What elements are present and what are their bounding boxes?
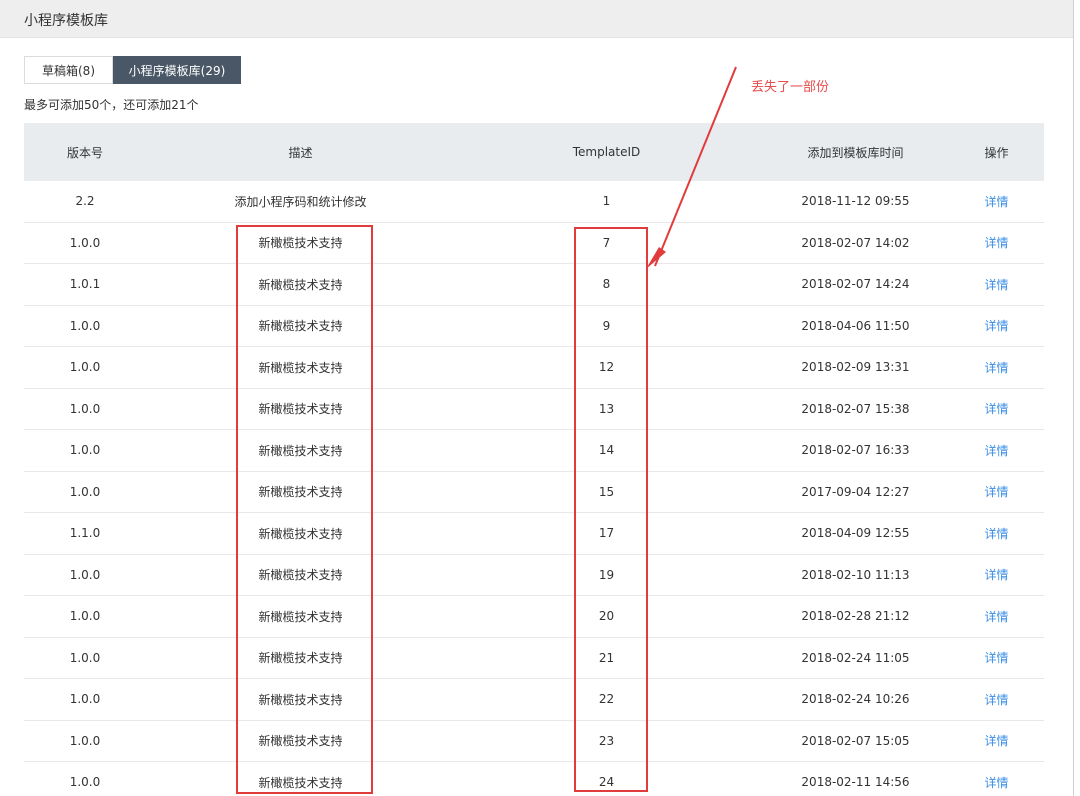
- cell-added-time: 2018-02-07 15:05: [801, 733, 910, 748]
- table-row: 1.1.0 新橄榄技术支持 17 2018-04-09 12:55 详情: [24, 513, 1044, 555]
- cell-version: 1.0.0: [69, 692, 101, 707]
- cell-added-time: 2018-02-11 14:56: [801, 775, 910, 790]
- detail-link[interactable]: 详情: [949, 608, 1044, 625]
- table-row: 1.0.0 新橄榄技术支持 23 2018-02-07 15:05 详情: [24, 721, 1044, 762]
- cell-version: 1.0.0: [69, 484, 101, 499]
- header-version: 版本号: [66, 145, 103, 160]
- header-added-time: 添加到模板库时间: [807, 145, 904, 160]
- detail-link[interactable]: 详情: [949, 359, 1044, 376]
- annotation-box-template-id: [574, 227, 648, 792]
- cell-template-id: 1: [602, 194, 611, 209]
- detail-link-text[interactable]: 详情: [984, 402, 1008, 416]
- header-action: 操作: [984, 145, 1009, 160]
- header-description: 描述: [288, 145, 313, 160]
- detail-link-text[interactable]: 详情: [984, 610, 1008, 624]
- detail-link-text[interactable]: 详情: [984, 195, 1008, 209]
- detail-link-text[interactable]: 详情: [984, 485, 1008, 499]
- detail-link-text[interactable]: 详情: [984, 278, 1008, 292]
- table-row: 1.0.0 新橄榄技术支持 13 2018-02-07 15:38 详情: [24, 389, 1044, 430]
- annotation-box-description: [236, 225, 373, 794]
- detail-link-text[interactable]: 详情: [984, 651, 1008, 665]
- cell-version: 1.0.0: [69, 609, 101, 624]
- tab-drafts[interactable]: 草稿箱(8): [24, 56, 113, 84]
- table-row: 1.0.0 新橄榄技术支持 15 2017-09-04 12:27 详情: [24, 472, 1044, 513]
- detail-link[interactable]: 详情: [949, 649, 1044, 666]
- detail-link-text[interactable]: 详情: [984, 568, 1008, 582]
- table-row: 1.0.0 新橄榄技术支持 21 2018-02-24 11:05 详情: [24, 638, 1044, 679]
- table-row: 2.2 添加小程序码和统计修改 1 2018-11-12 09:55 详情: [24, 181, 1044, 223]
- detail-link[interactable]: 详情: [949, 442, 1044, 459]
- detail-link-text[interactable]: 详情: [984, 444, 1008, 458]
- detail-link-text[interactable]: 详情: [984, 776, 1008, 790]
- table-header: 版本号 描述 TemplateID 添加到模板库时间 操作: [24, 123, 1044, 181]
- cell-added-time: 2017-09-04 12:27: [801, 484, 910, 499]
- cell-added-time: 2018-02-24 10:26: [801, 692, 910, 707]
- cell-added-time: 2018-02-07 15:38: [801, 401, 910, 416]
- table-row: 1.0.0 新橄榄技术支持 9 2018-04-06 11:50 详情: [24, 306, 1044, 347]
- cell-added-time: 2018-02-28 21:12: [801, 609, 910, 624]
- detail-link[interactable]: 详情: [949, 566, 1044, 583]
- cell-version: 1.0.0: [69, 567, 101, 582]
- annotation-label: 丢失了一部份: [751, 80, 830, 95]
- detail-link-text[interactable]: 详情: [984, 734, 1008, 748]
- cell-added-time: 2018-02-07 14:02: [801, 235, 910, 250]
- cell-version: 1.0.0: [69, 360, 101, 375]
- cell-added-time: 2018-02-07 16:33: [801, 443, 910, 458]
- cell-description: 添加小程序码和统计修改: [234, 194, 367, 209]
- detail-link[interactable]: 详情: [949, 276, 1044, 293]
- cell-added-time: 2018-02-10 11:13: [801, 567, 910, 582]
- detail-link[interactable]: 详情: [949, 691, 1044, 708]
- page-title: 小程序模板库: [24, 13, 108, 29]
- page: 小程序模板库 草稿箱(8) 小程序模板库(29) 最多可添加50个，还可添加21…: [0, 0, 1080, 796]
- cell-version: 1.0.0: [69, 235, 101, 250]
- tab-bar: 草稿箱(8) 小程序模板库(29): [24, 56, 241, 84]
- detail-link[interactable]: 详情: [949, 400, 1044, 417]
- cell-version: 1.0.0: [69, 318, 101, 333]
- cell-version: 1.0.0: [69, 443, 101, 458]
- detail-link[interactable]: 详情: [949, 525, 1044, 542]
- table-row: 1.0.0 新橄榄技术支持 19 2018-02-10 11:13 详情: [24, 555, 1044, 596]
- table-row: 1.0.0 新橄榄技术支持 14 2018-02-07 16:33 详情: [24, 430, 1044, 472]
- detail-link[interactable]: 详情: [949, 732, 1044, 749]
- table-row: 1.0.1 新橄榄技术支持 8 2018-02-07 14:24 详情: [24, 264, 1044, 306]
- cell-version: 1.0.0: [69, 401, 101, 416]
- cell-added-time: 2018-11-12 09:55: [801, 194, 910, 209]
- detail-link[interactable]: 详情: [949, 193, 1044, 210]
- table-row: 1.0.0 新橄榄技术支持 12 2018-02-09 13:31 详情: [24, 347, 1044, 389]
- detail-link-text[interactable]: 详情: [984, 361, 1008, 375]
- template-table: 版本号 描述 TemplateID 添加到模板库时间 操作 2.2 添加小程序码和…: [24, 123, 1044, 796]
- table-row: 1.0.0 新橄榄技术支持 22 2018-02-24 10:26 详情: [24, 679, 1044, 721]
- detail-link-text[interactable]: 详情: [984, 319, 1008, 333]
- cell-version: 1.0.0: [69, 775, 101, 790]
- cell-added-time: 2018-02-07 14:24: [801, 277, 910, 292]
- tab-template-library[interactable]: 小程序模板库(29): [113, 56, 241, 84]
- cell-added-time: 2018-04-06 11:50: [801, 318, 910, 333]
- top-bar: 小程序模板库: [0, 0, 1073, 38]
- cell-version: 1.1.0: [69, 526, 101, 541]
- detail-link-text[interactable]: 详情: [984, 693, 1008, 707]
- quota-text: 最多可添加50个，还可添加21个: [24, 98, 199, 112]
- detail-link[interactable]: 详情: [949, 774, 1044, 791]
- header-template-id: TemplateID: [572, 145, 641, 159]
- detail-link-text[interactable]: 详情: [984, 236, 1008, 250]
- scrollbar-edge: [1073, 0, 1074, 796]
- detail-link[interactable]: 详情: [949, 234, 1044, 251]
- table-row: 1.0.0 新橄榄技术支持 20 2018-02-28 21:12 详情: [24, 596, 1044, 638]
- cell-added-time: 2018-04-09 12:55: [801, 526, 910, 541]
- detail-link-text[interactable]: 详情: [984, 527, 1008, 541]
- cell-added-time: 2018-02-24 11:05: [801, 650, 910, 665]
- detail-link[interactable]: 详情: [949, 317, 1044, 334]
- cell-version: 1.0.0: [69, 650, 101, 665]
- table-body: 2.2 添加小程序码和统计修改 1 2018-11-12 09:55 详情 1.0.0 新橄…: [24, 181, 1044, 796]
- table-row: 1.0.0 新橄榄技术支持 7 2018-02-07 14:02 详情: [24, 223, 1044, 264]
- cell-version: 2.2: [75, 194, 95, 209]
- table-row: 1.0.0 新橄榄技术支持 24 2018-02-11 14:56 详情: [24, 762, 1044, 796]
- detail-link[interactable]: 详情: [949, 483, 1044, 500]
- cell-version: 1.0.1: [69, 277, 101, 292]
- cell-added-time: 2018-02-09 13:31: [801, 360, 910, 375]
- cell-version: 1.0.0: [69, 733, 101, 748]
